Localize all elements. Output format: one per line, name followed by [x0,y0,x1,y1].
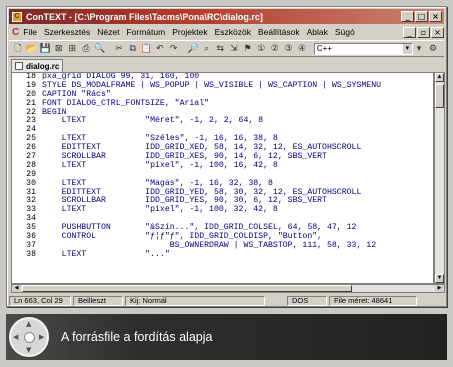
code-line: 38 LTEXT "..." [12,249,433,260]
language-select[interactable]: C++ [313,42,413,55]
paste-icon[interactable]: 📋 [141,43,153,55]
tab-dialog-rc[interactable]: dialog.rc [11,59,63,72]
dropdown-icon[interactable]: ▾ [413,43,425,55]
menu-view[interactable]: Nézet [97,27,119,37]
nav-pad-icon: ▲ ▼ ◀ ▶ [9,317,49,357]
status-bar: Ln 663, Col 29 Beilleszt Kij: Normál DOS… [9,295,444,306]
find-icon[interactable]: 🔎 [187,43,199,55]
new-file-icon[interactable]: 🗋 [12,43,24,55]
replace-icon[interactable]: ⇆ [215,43,227,55]
toolbar: 🗋 📂 💾 ⊠ ⊞ ⎙ 🔍 ✂ ⧉ 📋 ↶ ↷ 🔎 ⌕ ⇆ ⇲ ⚑ ① ② ③ … [9,40,444,57]
tool1-icon[interactable]: ① [255,43,267,55]
scroll-right-icon[interactable]: ▶ [435,285,444,292]
status-mode: Beilleszt [73,295,123,306]
horizontal-scrollbar[interactable]: ◀ ▶ [11,284,445,293]
undo-icon[interactable]: ↶ [154,43,166,55]
line-number: 38 [26,249,36,259]
close-file-icon[interactable]: ⊠ [53,43,65,55]
print-icon[interactable]: ⎙ [80,43,92,55]
app-icon: C [12,11,22,22]
code-text: LTEXT "Méret", -1, 2, 2, 64, 8 [42,116,264,126]
tool4-icon[interactable]: ④ [296,43,308,55]
bookmark-icon[interactable]: ⚑ [242,43,254,55]
cut-icon[interactable]: ✂ [113,43,125,55]
code-text: FONT DIALOG_CTRL_FONTSIZE, "Arial" [42,98,210,108]
scroll-down-icon[interactable]: ▼ [435,274,444,283]
minimize-button[interactable]: _ [401,11,414,22]
menu-bar: C File Szerkesztés Nézet Formátum Projek… [9,25,444,39]
maximize-button[interactable]: □ [415,11,428,22]
goto-icon[interactable]: ⇲ [228,43,240,55]
status-position: Ln 663, Col 29 [9,295,71,306]
tool2-icon[interactable]: ② [269,43,281,55]
doc-restore-button[interactable]: ▫ [417,26,430,38]
find-next-icon[interactable]: ⌕ [201,43,213,55]
code-line: 33 LTEXT "pixel", -1, 100, 32, 42, 8 [12,205,433,215]
menu-file[interactable]: File [23,27,37,37]
status-filesize: File méret: 48641 [329,295,417,306]
redo-icon[interactable]: ↷ [168,43,180,55]
status-format: DOS [287,295,327,306]
tab-label: dialog.rc [26,61,60,71]
code-line: 28 LTEXT "pixel", -1, 100, 16, 42, 8 [12,160,433,171]
file-icon [15,62,23,70]
caption-text: A forrásfile a fordítás alapja [61,330,213,344]
title-bar[interactable]: C ConTEXT - [C:\Program Files\Tacms\Pona… [9,9,444,24]
menu-logo-icon: C [12,26,20,38]
menu-tools[interactable]: Eszközök [215,27,251,37]
hscroll-thumb[interactable] [22,285,352,292]
menu-settings[interactable]: Beállítások [258,27,300,37]
app-window: C ConTEXT - [C:\Program Files\Tacms\Pona… [6,6,447,307]
code-text: LTEXT "..." [42,249,170,259]
open-file-icon[interactable]: 📂 [26,43,38,55]
save-icon[interactable]: 💾 [39,43,51,55]
scroll-left-icon[interactable]: ◀ [12,285,21,292]
code-editor[interactable]: 18 pxa_grid DIALOG 99, 31, 160, 100 19 STYL… [11,72,434,284]
close-button[interactable]: × [429,11,442,22]
settings-icon[interactable]: ⚙ [427,43,439,55]
code-line: 21 FONT DIALOG_CTRL_FONTSIZE, "Arial" [12,98,433,109]
doc-close-button[interactable]: × [431,26,444,38]
menu-edit[interactable]: Szerkesztés [44,27,90,37]
print-preview-icon[interactable]: 🔍 [94,43,106,55]
copy-icon[interactable]: ⧉ [127,43,139,55]
scroll-up-icon[interactable]: ▲ [435,73,444,82]
vertical-scrollbar[interactable]: ▲ ▼ [434,72,445,284]
tool3-icon[interactable]: ③ [283,43,295,55]
menu-format[interactable]: Formátum [126,27,165,37]
save-all-icon[interactable]: ⊞ [67,43,79,55]
menu-projects[interactable]: Projektek [172,27,207,37]
status-encoding: Kij: Normál [125,295,265,306]
caption-bar: ▲ ▼ ◀ ▶ A forrásfile a fordítás alapja [6,314,447,360]
scroll-thumb[interactable] [435,84,444,108]
window-title: ConTEXT - [C:\Program Files\Tacms\Pona\R… [26,11,263,22]
code-line: 23 LTEXT "Méret", -1, 2, 2, 64, 8 [12,117,433,126]
code-text: LTEXT "pixel", -1, 100, 16, 42, 8 [42,160,278,170]
code-text: LTEXT "pixel", -1, 100, 32, 42, 8 [42,205,278,215]
doc-minimize-button[interactable]: _ [403,26,416,38]
menu-window[interactable]: Ablak [307,27,328,37]
menu-help[interactable]: Súgó [335,27,355,37]
